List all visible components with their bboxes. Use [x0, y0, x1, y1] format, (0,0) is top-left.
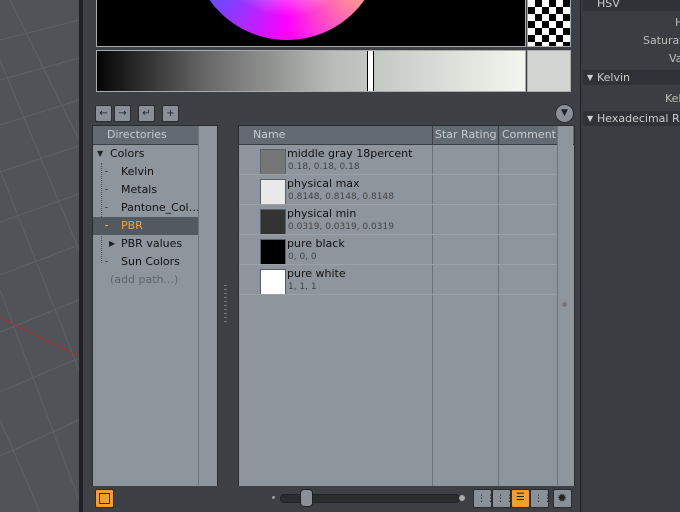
collapse-triangle-icon: ▼ [587, 114, 594, 123]
splitter-grip [224, 297, 227, 298]
tree-bullet [105, 189, 108, 190]
preset-row[interactable]: pure black 0, 0, 0 [239, 235, 557, 265]
color-swatch [260, 239, 286, 265]
view-thumbnails-button[interactable]: ⋮⋮ [530, 489, 552, 508]
panel-toggle-icon [99, 493, 110, 504]
3d-viewport[interactable] [0, 0, 79, 512]
splitter-grip [224, 317, 227, 318]
preset-name: physical max [287, 177, 360, 190]
color-swatch [260, 269, 286, 295]
forward-arrow-icon: → [118, 108, 127, 119]
filter-icon: ▼ [561, 108, 568, 118]
preset-value: 1, 1, 1 [288, 282, 317, 292]
hex-section-header[interactable]: ▼ Hexadecimal RGB [583, 111, 680, 126]
toggle-directories-button[interactable] [95, 489, 114, 508]
tree-bullet [105, 207, 108, 208]
color-swatch [260, 209, 286, 235]
up-directory-button[interactable]: ↵ [138, 105, 155, 122]
view-grid-small-button[interactable]: ⋮⋮ [492, 489, 514, 508]
expand-triangle-icon[interactable]: ▶ [109, 235, 115, 253]
scroll-handle[interactable] [562, 302, 567, 307]
saturation-label: Saturat [643, 34, 680, 47]
tree-bullet [105, 225, 108, 226]
splitter-grip [224, 321, 227, 322]
splitter-grip [224, 305, 227, 306]
splitter-grip [224, 313, 227, 314]
preset-name: middle gray 18percent [287, 147, 413, 160]
slider-min-dot [272, 496, 275, 499]
preset-row[interactable]: physical min 0.0319, 0.0319, 0.0319 [239, 205, 557, 235]
color-swatch [260, 149, 286, 175]
filter-button[interactable]: ▼ [555, 104, 574, 123]
forward-button[interactable]: → [114, 105, 131, 122]
kelvin-section-header[interactable]: ▼ Kelvin [583, 70, 680, 85]
slider-handle[interactable] [300, 489, 313, 507]
collapse-triangle-icon: ▼ [587, 73, 594, 82]
splitter-grip [224, 289, 227, 290]
preset-row[interactable]: middle gray 18percent 0.18, 0.18, 0.18 [239, 145, 557, 175]
add-button[interactable]: + [162, 105, 179, 122]
viewport-grid [0, 0, 79, 512]
column-name[interactable]: Name [253, 126, 285, 144]
hue-label: H [675, 16, 680, 29]
preset-value: 0.8148, 0.8148, 0.8148 [288, 192, 394, 202]
alpha-swatch [527, 0, 571, 47]
slider-max-dot [459, 495, 465, 501]
list-view-icon: ☰ [516, 492, 525, 503]
preset-name: pure white [287, 267, 346, 280]
value-gradient-slider[interactable] [96, 50, 526, 92]
column-star-rating[interactable]: Star Rating [435, 126, 497, 144]
splitter-grip [224, 309, 227, 310]
color-wheel[interactable] [96, 0, 526, 47]
preset-value: 0, 0, 0 [288, 252, 317, 262]
presets-header: Name Star Rating Comment [239, 126, 574, 145]
preset-row[interactable]: pure white 1, 1, 1 [239, 265, 557, 295]
presets-pane: Name Star Rating Comment middle gray 18p… [238, 125, 575, 487]
row-separator [239, 294, 557, 295]
gear-icon: ✹ [557, 491, 568, 505]
header-separator [498, 126, 499, 144]
gradient-marker[interactable] [367, 51, 374, 91]
up-directory-icon: ↵ [142, 108, 151, 119]
presets-scrollbar[interactable] [557, 126, 573, 485]
settings-button[interactable]: ✹ [553, 489, 572, 508]
view-list-button[interactable]: ☰ [511, 489, 530, 508]
directories-scrollbar[interactable] [198, 126, 217, 485]
hsv-section-header[interactable]: HSV [583, 0, 680, 11]
view-grid-large-button[interactable]: ⋮⋮ [473, 489, 495, 508]
expand-triangle-icon[interactable]: ▼ [97, 145, 103, 163]
preset-value: 0.18, 0.18, 0.18 [288, 162, 360, 172]
tree-bullet [105, 261, 108, 262]
back-arrow-icon: ← [99, 108, 108, 119]
preset-value: 0.0319, 0.0319, 0.0319 [288, 222, 394, 232]
splitter-grip [224, 301, 227, 302]
add-icon: + [166, 108, 175, 119]
thumbnail-view-icon: ⋮⋮ [534, 494, 552, 504]
preset-name: pure black [287, 237, 345, 250]
back-button[interactable]: ← [95, 105, 112, 122]
color-swatch [260, 179, 286, 205]
preset-name: physical min [287, 207, 357, 220]
preset-row[interactable]: physical max 0.8148, 0.8148, 0.8148 [239, 175, 557, 205]
column-comment[interactable]: Comment [502, 126, 556, 144]
splitter-grip [224, 285, 227, 286]
current-color-swatch [527, 50, 571, 92]
value-label: Va [669, 52, 680, 65]
splitter-grip [224, 293, 227, 294]
hue-wheel[interactable] [192, 0, 382, 40]
tree-bullet [105, 171, 108, 172]
kelvin-label: Kel [665, 92, 680, 105]
pane-splitter[interactable] [219, 125, 233, 485]
header-separator [432, 126, 433, 144]
